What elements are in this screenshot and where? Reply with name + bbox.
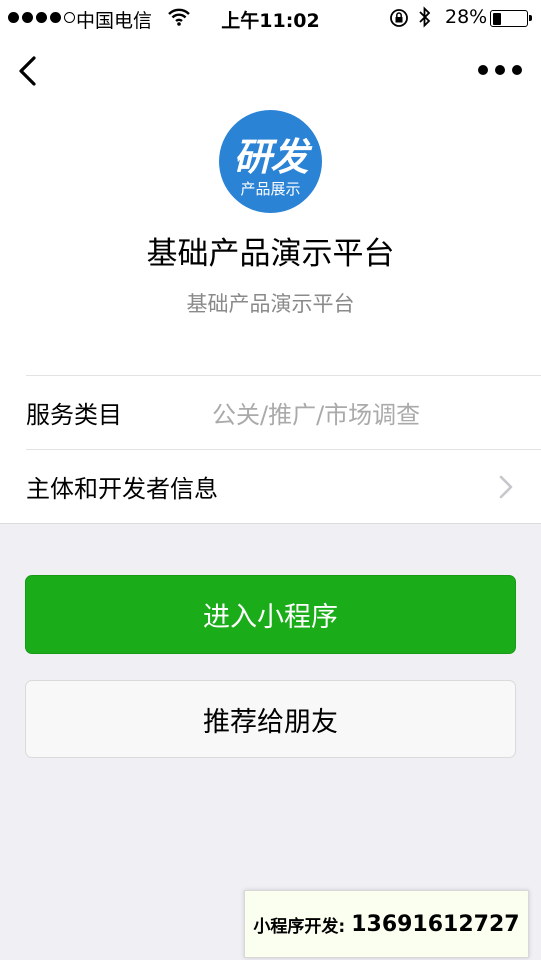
more-options-button[interactable]	[478, 58, 522, 82]
battery-icon	[490, 10, 532, 27]
battery-fill	[492, 12, 502, 25]
contact-number: 13691612727	[351, 911, 520, 937]
divider	[26, 375, 541, 376]
app-description: 基础产品演示平台	[186, 292, 355, 316]
logo-main-text: 研发	[233, 134, 308, 179]
battery-percent: 28%	[445, 6, 488, 28]
service-category-label: 服务类目	[26, 401, 122, 429]
back-button[interactable]	[14, 52, 44, 92]
more-dots-icon	[478, 65, 488, 75]
logo-sub-text: 产品展示	[240, 180, 301, 198]
bluetooth-icon	[418, 6, 432, 33]
developer-info-label: 主体和开发者信息	[26, 475, 218, 503]
status-bar: 中国电信 上午11:02 28%	[0, 0, 541, 36]
rotation-lock-icon	[388, 8, 410, 33]
chevron-left-icon	[19, 56, 36, 86]
enter-mini-program-button[interactable]: 进入小程序	[25, 575, 516, 654]
app-name: 基础产品演示平台	[146, 236, 395, 272]
developer-info-row[interactable]: 主体和开发者信息	[0, 450, 541, 523]
divider	[0, 523, 541, 524]
contact-banner: 小程序开发: 13691612727	[244, 890, 529, 958]
app-logo: 研发 产品展示	[219, 110, 322, 213]
recommend-to-friend-button[interactable]: 推荐给朋友	[25, 680, 516, 758]
service-category-value: 公关/推广/市场调查	[212, 401, 421, 429]
contact-label: 小程序开发:	[253, 916, 346, 937]
chevron-right-icon	[498, 474, 514, 504]
